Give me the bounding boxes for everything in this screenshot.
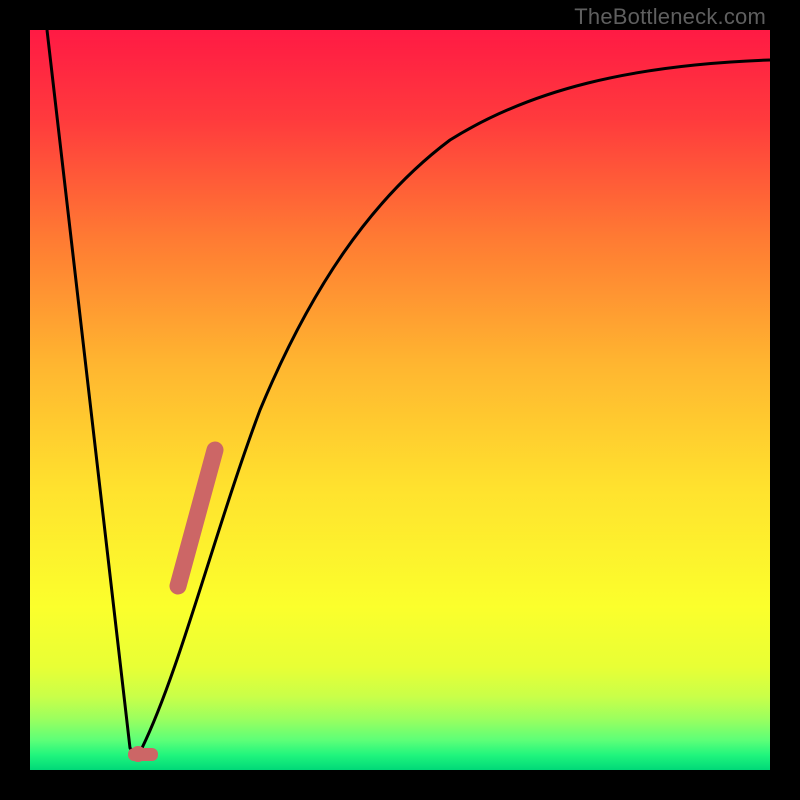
chart-overlay	[30, 30, 770, 770]
marker-segment	[178, 450, 215, 586]
bottleneck-curve	[47, 30, 770, 754]
watermark-text: TheBottleneck.com	[574, 4, 766, 30]
chart-frame: TheBottleneck.com	[0, 0, 800, 800]
optimal-point-bar	[128, 748, 158, 761]
plot-area	[30, 30, 770, 770]
